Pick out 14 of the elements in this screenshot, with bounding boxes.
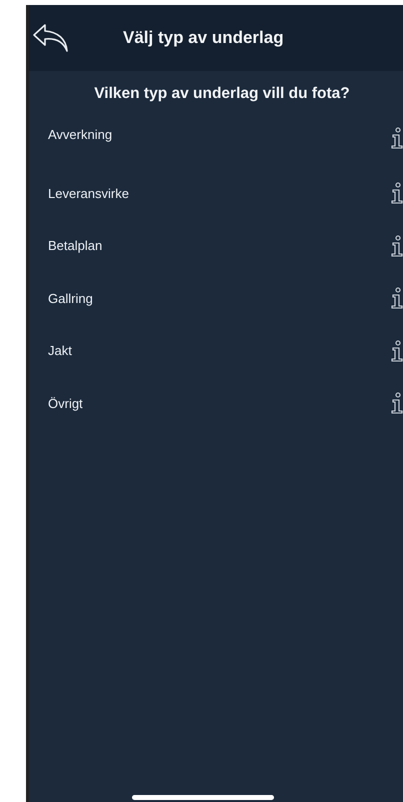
option-item[interactable]: Leveransvirke (48, 186, 129, 201)
option-item[interactable]: Gallring (48, 290, 93, 306)
info-icon[interactable] (391, 340, 403, 362)
question-text: Vilken typ av underlag vill du fota? (94, 85, 350, 103)
screen-title: Välj typ av underlag (123, 28, 284, 48)
option-item[interactable]: Avverkning (48, 127, 112, 142)
option-item[interactable]: Betalplan (48, 238, 102, 254)
info-icon[interactable] (391, 287, 403, 310)
info-icon[interactable] (391, 234, 403, 257)
info-icon[interactable] (391, 182, 403, 204)
option-item[interactable]: Jakt (48, 343, 72, 358)
option-item[interactable]: Övrigt (48, 396, 83, 411)
info-icon[interactable] (391, 392, 403, 414)
info-icon[interactable] (391, 127, 403, 149)
